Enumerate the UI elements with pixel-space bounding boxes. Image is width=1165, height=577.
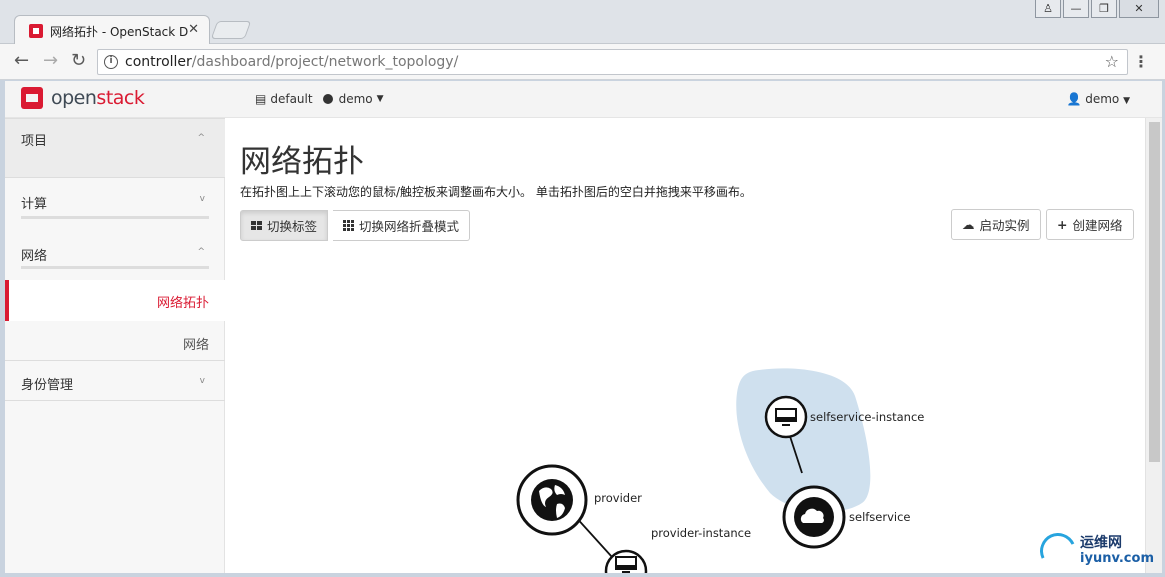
domain-icon: ▤ [255, 92, 267, 106]
browser-titlebar: 网络拓扑 - OpenStack D ✕ ♙ — ❐ ✕ [0, 0, 1165, 45]
new-tab-button[interactable] [210, 21, 252, 39]
plus-icon: + [1057, 217, 1068, 232]
browser-toolbar: ← → ↻ i controller/dashboard/project/net… [0, 44, 1165, 80]
chevron-down-icon: v [199, 194, 205, 204]
back-arrow-icon[interactable]: ← [14, 51, 29, 71]
sidebar-section-project[interactable]: 项目 ^ [5, 118, 225, 178]
selfservice-network-node[interactable] [782, 485, 846, 549]
page-scrollbar[interactable] [1145, 118, 1162, 573]
provider-network-node[interactable] [516, 464, 588, 536]
provider-label: provider [594, 491, 642, 505]
user-name: demo [1085, 92, 1120, 106]
scrollbar-thumb[interactable] [1149, 122, 1160, 462]
minimize-button[interactable]: — [1063, 0, 1089, 18]
top-navbar: openstack ▤ default demo ▼ 👤 demo ▼ [5, 81, 1162, 118]
openstack-logo-icon [21, 87, 43, 109]
provider-instance-label: provider-instance [651, 526, 752, 540]
project-selector[interactable]: ▤ default demo ▼ [255, 92, 384, 106]
watermark-logo-icon [1034, 527, 1082, 573]
caret-down-icon: ▼ [1123, 96, 1130, 106]
sidebar-divider [21, 216, 209, 219]
user-icon: 👤 [1066, 92, 1082, 106]
address-bar[interactable]: i controller/dashboard/project/network_t… [97, 49, 1128, 75]
sidebar-item-networks[interactable]: 网络 [5, 321, 225, 361]
sidebar-section-compute[interactable]: 计算 v [5, 178, 225, 228]
caret-down-icon: ▼ [376, 94, 384, 104]
selfservice-instance-node[interactable] [764, 395, 808, 439]
launch-instance-button[interactable]: ☁ 启动实例 [951, 209, 1041, 240]
toggle-labels-button[interactable]: 切换标签 [240, 210, 329, 241]
project-name: demo [338, 92, 373, 106]
selfservice-instance-label: selfservice-instance [810, 410, 925, 424]
chevron-up-icon: ^ [197, 133, 205, 143]
browser-menu-icon[interactable]: ⋮ [1133, 52, 1149, 71]
restore-button[interactable]: ❐ [1091, 0, 1117, 18]
create-network-button[interactable]: + 创建网络 [1046, 209, 1134, 240]
labels-icon [251, 221, 262, 230]
provider-instance-node[interactable] [604, 549, 648, 573]
user-profile-button[interactable]: ♙ [1035, 0, 1061, 18]
chevron-up-icon: ^ [197, 247, 205, 257]
grid-icon [343, 220, 354, 231]
openstack-favicon-icon [29, 24, 43, 38]
sidebar-divider [21, 266, 209, 269]
chevron-down-icon: v [199, 376, 205, 386]
domain-name: default [270, 92, 313, 106]
main-content: 网络拓扑 在拓扑图上上下滚动您的鼠标/触控板来调整画布大小。 单击拓扑图后的空白… [225, 118, 1145, 573]
watermark: 运维网 iyunv.com [1034, 527, 1154, 573]
toggle-network-collapse-button[interactable]: 切换网络折叠模式 [333, 210, 471, 241]
sidebar-section-identity[interactable]: 身份管理 v [5, 361, 225, 401]
reload-icon[interactable]: ↻ [71, 51, 86, 71]
window-controls: ♙ — ❐ ✕ [1035, 0, 1159, 18]
sidebar: 项目 ^ 计算 v 网络 ^ 网络拓扑 网络 身份管理 v [5, 118, 225, 573]
page-description: 在拓扑图上上下滚动您的鼠标/触控板来调整画布大小。 单击拓扑图后的空白并拖拽来平… [240, 185, 752, 199]
forward-arrow-icon[interactable]: → [43, 51, 58, 71]
tab-close-icon[interactable]: ✕ [188, 22, 199, 37]
sidebar-section-network[interactable]: 网络 ^ [5, 228, 225, 278]
user-menu[interactable]: 👤 demo ▼ [1066, 92, 1130, 106]
cloud-upload-icon: ☁ [962, 217, 975, 232]
browser-tab[interactable]: 网络拓扑 - OpenStack D ✕ [14, 15, 210, 45]
openstack-logo[interactable]: openstack [21, 87, 145, 109]
bookmark-star-icon[interactable]: ☆ [1105, 52, 1119, 71]
info-icon[interactable]: i [104, 55, 118, 69]
horizon-app: openstack ▤ default demo ▼ 👤 demo ▼ 项目 ^… [5, 81, 1162, 573]
url-text: controller/dashboard/project/network_top… [125, 54, 459, 70]
page-title: 网络拓扑 [240, 144, 364, 180]
selfservice-label: selfservice [849, 510, 911, 524]
sidebar-item-network-topology[interactable]: 网络拓扑 [5, 280, 225, 321]
close-window-button[interactable]: ✕ [1119, 0, 1159, 18]
project-dot-icon [322, 94, 333, 104]
topology-canvas[interactable]: provider provider-instance selfservice-i… [225, 278, 1145, 573]
tab-title: 网络拓扑 - OpenStack D [50, 25, 188, 39]
